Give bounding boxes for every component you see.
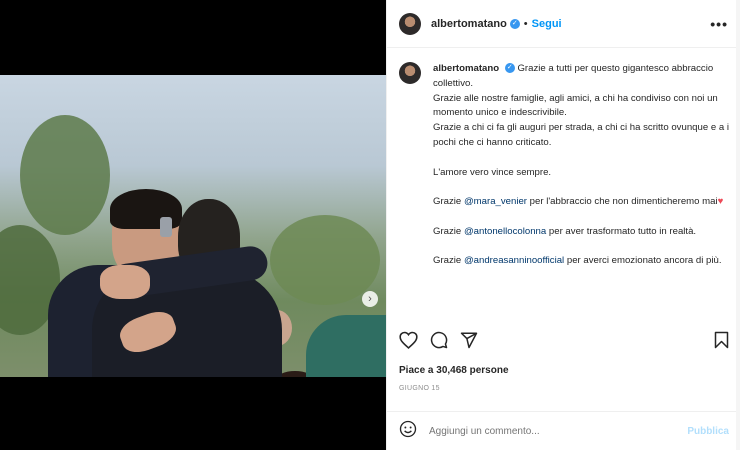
wristwatch <box>160 217 172 237</box>
caption-text-fragment: per l'abbraccio che non dimenticheremo m… <box>527 196 718 208</box>
follow-button[interactable]: Segui <box>532 18 562 30</box>
caption-paragraph: Grazie a chi ci fa gli auguri per strada… <box>433 122 729 148</box>
scrollbar[interactable] <box>736 0 740 450</box>
comment-box: Pubblica <box>387 411 740 450</box>
comment-input[interactable] <box>429 425 688 437</box>
guest-green-jacket <box>306 315 386 377</box>
post-actions <box>399 330 729 350</box>
post-details-panel: albertomatano ✓ • Segui ••• albertomatan… <box>386 0 740 450</box>
caption-text-fragment: Grazie <box>433 225 464 237</box>
verified-badge-icon: ✓ <box>509 18 520 29</box>
send-icon[interactable] <box>460 331 478 349</box>
caption-text-fragment: Grazie <box>433 196 464 208</box>
post-media-panel: › <box>0 0 386 450</box>
caption-paragraph: Grazie alle nostre famiglie, agli amici,… <box>433 92 718 119</box>
more-options-icon[interactable]: ••• <box>710 16 728 32</box>
verified-badge-icon: ✓ <box>504 63 515 74</box>
caption: albertomatano ✓ Grazie a tutti per quest… <box>399 62 735 284</box>
caption-text-fragment: per averci emozionato ancora di più. <box>564 255 722 267</box>
carousel-next-button[interactable]: › <box>362 291 378 307</box>
person-a-hand <box>100 265 150 299</box>
caption-text-fragment: per aver trasformato tutto in realtà. <box>546 225 697 237</box>
heart-outline-icon[interactable] <box>399 331 418 349</box>
avatar[interactable] <box>399 62 421 84</box>
comment-icon[interactable] <box>430 331 448 349</box>
caption-text-fragment: Grazie <box>433 255 464 267</box>
caption-text: albertomatano ✓ Grazie a tutti per quest… <box>433 62 735 284</box>
bookmark-icon[interactable] <box>714 331 729 349</box>
mention-link[interactable]: @mara_venier <box>464 196 527 207</box>
post-date[interactable]: GIUGNO 15 <box>399 385 440 392</box>
background-tree <box>20 115 110 235</box>
post-username[interactable]: albertomatano <box>431 18 507 30</box>
mention-link[interactable]: @antonellocolonna <box>464 226 546 237</box>
smiley-icon[interactable] <box>399 420 417 443</box>
publish-button[interactable]: Pubblica <box>687 426 729 437</box>
post-header: albertomatano ✓ • Segui ••• <box>387 0 740 48</box>
caption-username[interactable]: albertomatano <box>433 63 499 74</box>
caption-paragraph: L'amore vero vince sempre. <box>433 166 552 178</box>
mention-link[interactable]: @andreasanninoofficial <box>464 255 564 266</box>
likes-count[interactable]: Piace a 30,468 persone <box>399 365 509 376</box>
avatar[interactable] <box>399 12 421 35</box>
background-tree <box>270 215 380 305</box>
heart-emoji-icon: ♥ <box>717 196 724 208</box>
header-separator: • <box>523 17 528 30</box>
post-photo[interactable]: › <box>0 75 386 377</box>
